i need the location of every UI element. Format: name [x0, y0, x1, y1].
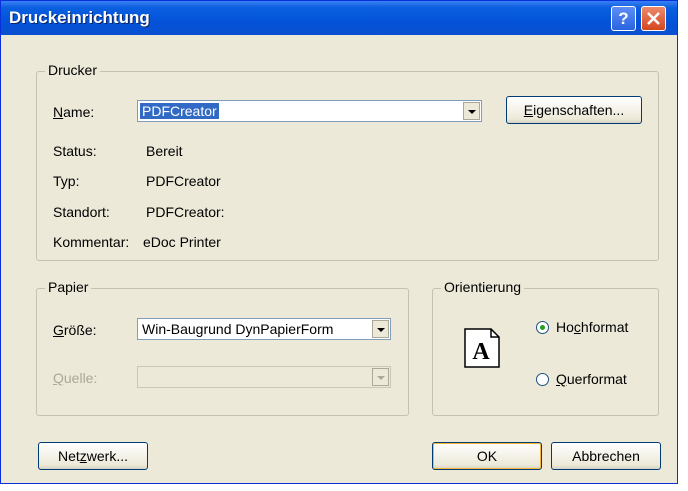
help-button[interactable]: ?: [611, 6, 636, 31]
paper-size-value: Win-Baugrund DynPapierForm: [142, 321, 334, 337]
close-icon: [647, 12, 660, 25]
paper-source-select[interactable]: [137, 366, 391, 388]
landscape-radio[interactable]: [536, 373, 549, 386]
portrait-page-icon: A: [464, 328, 500, 368]
window-title: Druckeinrichtung: [9, 8, 150, 27]
close-button[interactable]: [641, 6, 666, 31]
chevron-down-icon[interactable]: [463, 102, 480, 120]
comment-label: Kommentar:: [53, 234, 130, 250]
properties-button[interactable]: Eigenschaften...: [506, 96, 642, 124]
title-bar[interactable]: Druckeinrichtung ?: [1, 1, 677, 35]
portrait-label[interactable]: Hochformat: [556, 319, 628, 335]
paper-source-label: Quelle:: [53, 370, 98, 386]
type-value: PDFCreator: [146, 173, 221, 189]
network-button[interactable]: Netzwerk...: [38, 442, 148, 470]
cancel-label: Abbrechen: [572, 448, 640, 464]
status-label: Status:: [53, 143, 97, 159]
cancel-button[interactable]: Abbrechen: [551, 442, 661, 470]
paper-size-label: Größe:: [53, 322, 97, 338]
comment-value: eDoc Printer: [143, 234, 221, 250]
location-value: PDFCreator:: [146, 204, 225, 220]
type-label: Typ:: [53, 173, 80, 189]
paper-group: Papier: [36, 279, 409, 416]
question-mark-icon: ?: [618, 9, 629, 28]
printer-name-label: Name:: [53, 104, 95, 120]
ok-label: OK: [476, 448, 498, 464]
printer-name-value: PDFCreator: [140, 103, 219, 119]
landscape-label[interactable]: Querformat: [556, 371, 627, 387]
print-setup-dialog: Druckeinrichtung ? Drucker Name: PDFCrea…: [0, 0, 678, 484]
paper-size-select[interactable]: Win-Baugrund DynPapierForm: [137, 318, 391, 340]
ok-button[interactable]: OK: [432, 442, 542, 470]
printer-name-select[interactable]: PDFCreator: [137, 100, 482, 122]
page-icon-letter: A: [472, 339, 490, 365]
status-value: Bereit: [146, 143, 183, 159]
printer-group-label: Drucker: [45, 62, 101, 78]
paper-group-label: Papier: [45, 279, 92, 295]
chevron-down-icon: [372, 368, 389, 386]
orientation-group-label: Orientierung: [441, 279, 525, 295]
chevron-down-icon[interactable]: [372, 320, 389, 338]
location-label: Standort:: [53, 204, 110, 220]
portrait-radio[interactable]: [536, 321, 549, 334]
